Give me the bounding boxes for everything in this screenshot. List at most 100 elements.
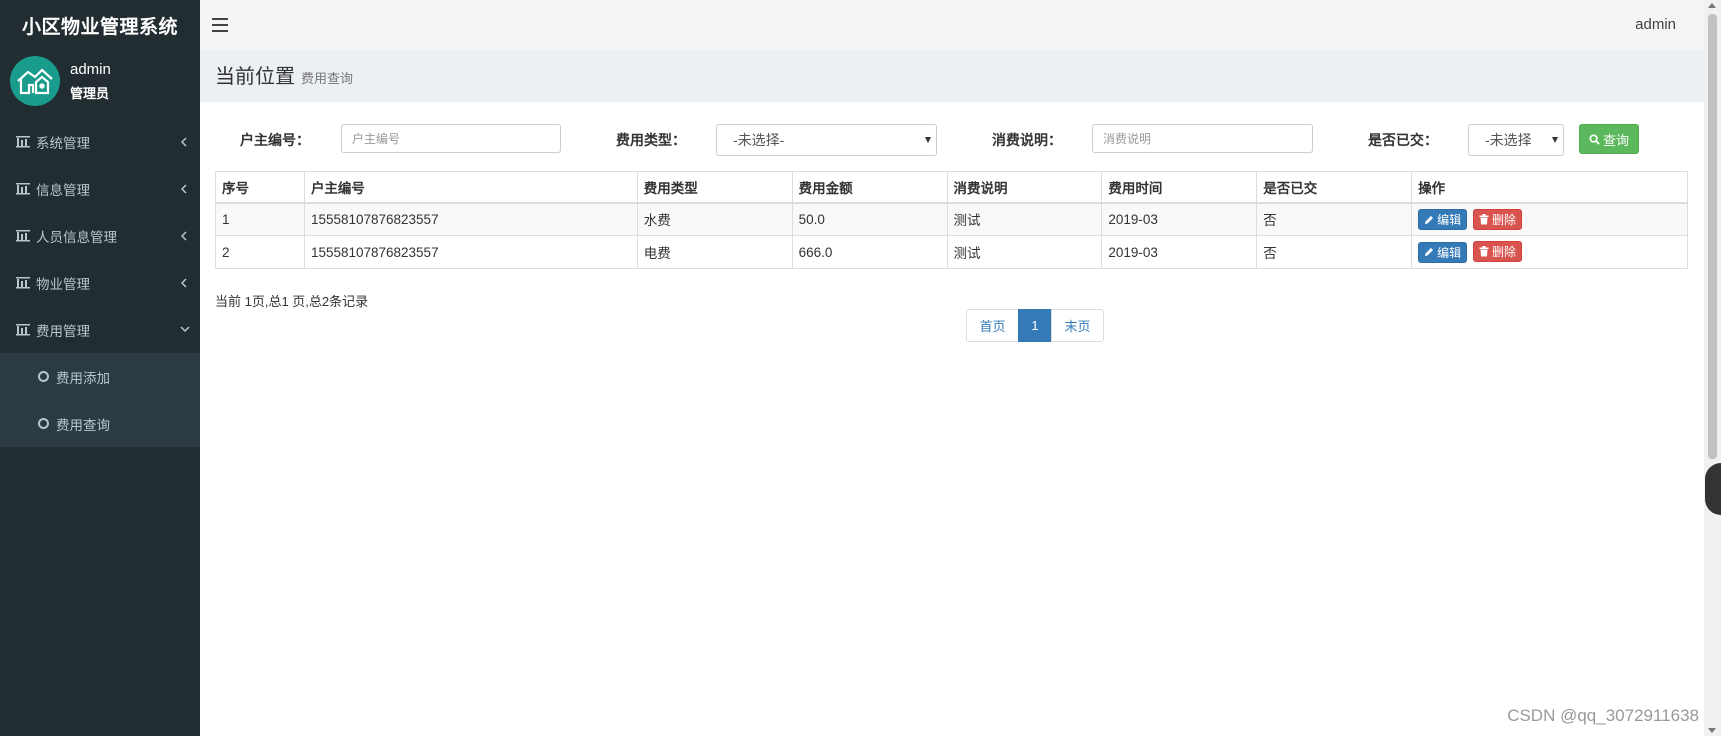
cell-type: 电费 [636,235,793,269]
avatar [10,56,60,106]
sidebar-item-label: 信息管理 [36,182,90,198]
last-page-button[interactable]: 末页 [1051,309,1104,342]
delete-button-label: 删除 [1491,212,1516,227]
pagination-info: 当前 1页,总1 页,总2条记录 [215,294,369,309]
search-button[interactable]: 查询 [1579,124,1639,154]
cell-time: 2019-03 [1101,235,1258,269]
cell-no: 1 [215,202,305,236]
column-header: 费用金额 [791,171,948,204]
cell-no: 2 [215,235,305,269]
vertical-scrollbar[interactable] [1704,0,1721,736]
circle-icon [38,371,49,382]
fees-submenu: 费用添加 费用查询 [0,353,200,447]
sidebar-item-fees[interactable]: 费用管理 [0,306,200,353]
chevron-left-icon [180,136,190,147]
home-logo-icon [17,68,53,95]
sidebar-item-personnel[interactable]: 人员信息管理 [0,212,200,259]
owner-id-input[interactable]: 户主编号 [341,124,561,153]
chevron-left-icon [180,230,190,241]
table-row: 1 15558107876823557 水费 50.0 测试 2019-03 否… [215,202,1688,236]
edit-button-label: 编辑 [1437,213,1462,227]
sidebar-subitem-label: 费用查询 [56,417,110,433]
cell-actions: 编辑 删除 [1411,235,1688,269]
pencil-icon [1425,248,1434,257]
breadcrumb-title: 当前位置 [215,66,295,88]
sidebar-item-property[interactable]: 物业管理 [0,259,200,306]
owner-id-label: 户主编号： [240,132,310,148]
scroll-up-icon[interactable] [1708,3,1716,8]
fee-type-select[interactable]: -未选择- [716,124,937,156]
sidebar-item-label: 物业管理 [36,276,90,292]
cell-owner: 15558107876823557 [303,202,638,236]
cell-time: 2019-03 [1101,202,1258,236]
cell-paid: 否 [1256,235,1413,269]
column-header: 费用时间 [1101,171,1258,204]
breadcrumb: 当前位置 费用查询 [200,50,1704,102]
trash-icon [1479,213,1489,224]
user-panel: admin 管理员 [0,50,200,112]
breadcrumb-current: 费用查询 [301,71,354,86]
delete-button[interactable]: 删除 [1472,208,1522,230]
table-header-row: 序号 户主编号 费用类型 费用金额 消费说明 费用时间 是否已交 操作 [215,171,1688,204]
column-header: 操作 [1411,171,1688,204]
cell-actions: 编辑 删除 [1411,202,1688,236]
cell-desc: 测试 [946,235,1103,269]
cell-amount: 50.0 [791,202,948,236]
first-page-button[interactable]: 首页 [966,309,1019,342]
caret-down-icon [925,137,931,143]
chevron-down-icon [180,325,190,335]
dashboard-icon [16,276,30,289]
edit-button[interactable]: 编辑 [1418,209,1468,230]
edit-button[interactable]: 编辑 [1418,241,1468,263]
delete-button[interactable]: 删除 [1472,241,1522,263]
sidebar-subitem-fee-query[interactable]: 费用查询 [0,400,200,447]
fee-table: 序号 户主编号 费用类型 费用金额 消费说明 费用时间 是否已交 操作 1 15… [215,171,1688,269]
edit-button-label: 编辑 [1437,245,1462,260]
sidebar-item-label: 人员信息管理 [36,229,117,245]
delete-button-label: 删除 [1491,245,1516,260]
user-name: admin [70,60,111,78]
table-row: 2 15558107876823557 电费 666.0 测试 2019-03 … [215,235,1688,269]
cell-paid: 否 [1256,202,1413,236]
sidebar-item-system[interactable]: 系统管理 [0,118,200,165]
scrollbar-thumb[interactable] [1708,14,1717,459]
floating-widget[interactable] [1705,463,1721,515]
app-title: 小区物业管理系统 [0,0,200,50]
sidebar-toggle-icon[interactable] [212,18,228,32]
watermark: CSDN @qq_3072911638 [1507,706,1699,725]
column-header: 序号 [215,171,305,204]
filter-form: 户主编号： 户主编号 费用类型： -未选择- 消费说明： 消费说明 是否已交： … [200,102,1704,172]
main-content: 当前位置 费用查询 户主编号： 户主编号 费用类型： -未选择- 消费说明： 消… [200,50,1704,736]
fee-type-label: 费用类型： [616,132,686,148]
caret-down-icon [1552,137,1558,143]
column-header: 费用类型 [636,171,793,204]
paid-status-label: 是否已交： [1368,132,1438,148]
paid-status-select[interactable]: -未选择 [1468,124,1564,156]
top-navbar: admin [200,0,1704,50]
pencil-icon [1425,215,1434,224]
chevron-left-icon [180,277,190,288]
sidebar-item-label: 费用管理 [36,323,90,339]
circle-icon [38,418,49,429]
pagination: 首页 1 末页 [966,309,1104,342]
header-user[interactable]: admin [1635,16,1676,33]
search-button-label: 查询 [1602,132,1629,148]
user-role: 管理员 [70,85,110,101]
search-icon [1589,133,1600,145]
description-input[interactable]: 消费说明 [1092,124,1313,153]
sidebar: 小区物业管理系统 admin 管理员 系统管理 信息管理 人员信息管理 物业管理… [0,0,200,736]
cell-amount: 666.0 [791,235,948,269]
fee-type-value: -未选择- [733,132,785,148]
column-header: 是否已交 [1256,171,1413,204]
cell-desc: 测试 [946,202,1103,236]
cell-owner: 15558107876823557 [303,235,638,269]
scroll-down-icon[interactable] [1708,728,1716,733]
description-label: 消费说明： [992,132,1062,148]
current-page-button[interactable]: 1 [1018,309,1052,342]
sidebar-item-info[interactable]: 信息管理 [0,165,200,212]
sidebar-menu: 系统管理 信息管理 人员信息管理 物业管理 费用管理 费用添加 费用查询 [0,118,200,447]
chevron-left-icon [180,183,190,194]
paid-status-value: -未选择 [1485,132,1532,148]
dashboard-icon [16,323,30,336]
sidebar-subitem-fee-add[interactable]: 费用添加 [0,353,200,400]
